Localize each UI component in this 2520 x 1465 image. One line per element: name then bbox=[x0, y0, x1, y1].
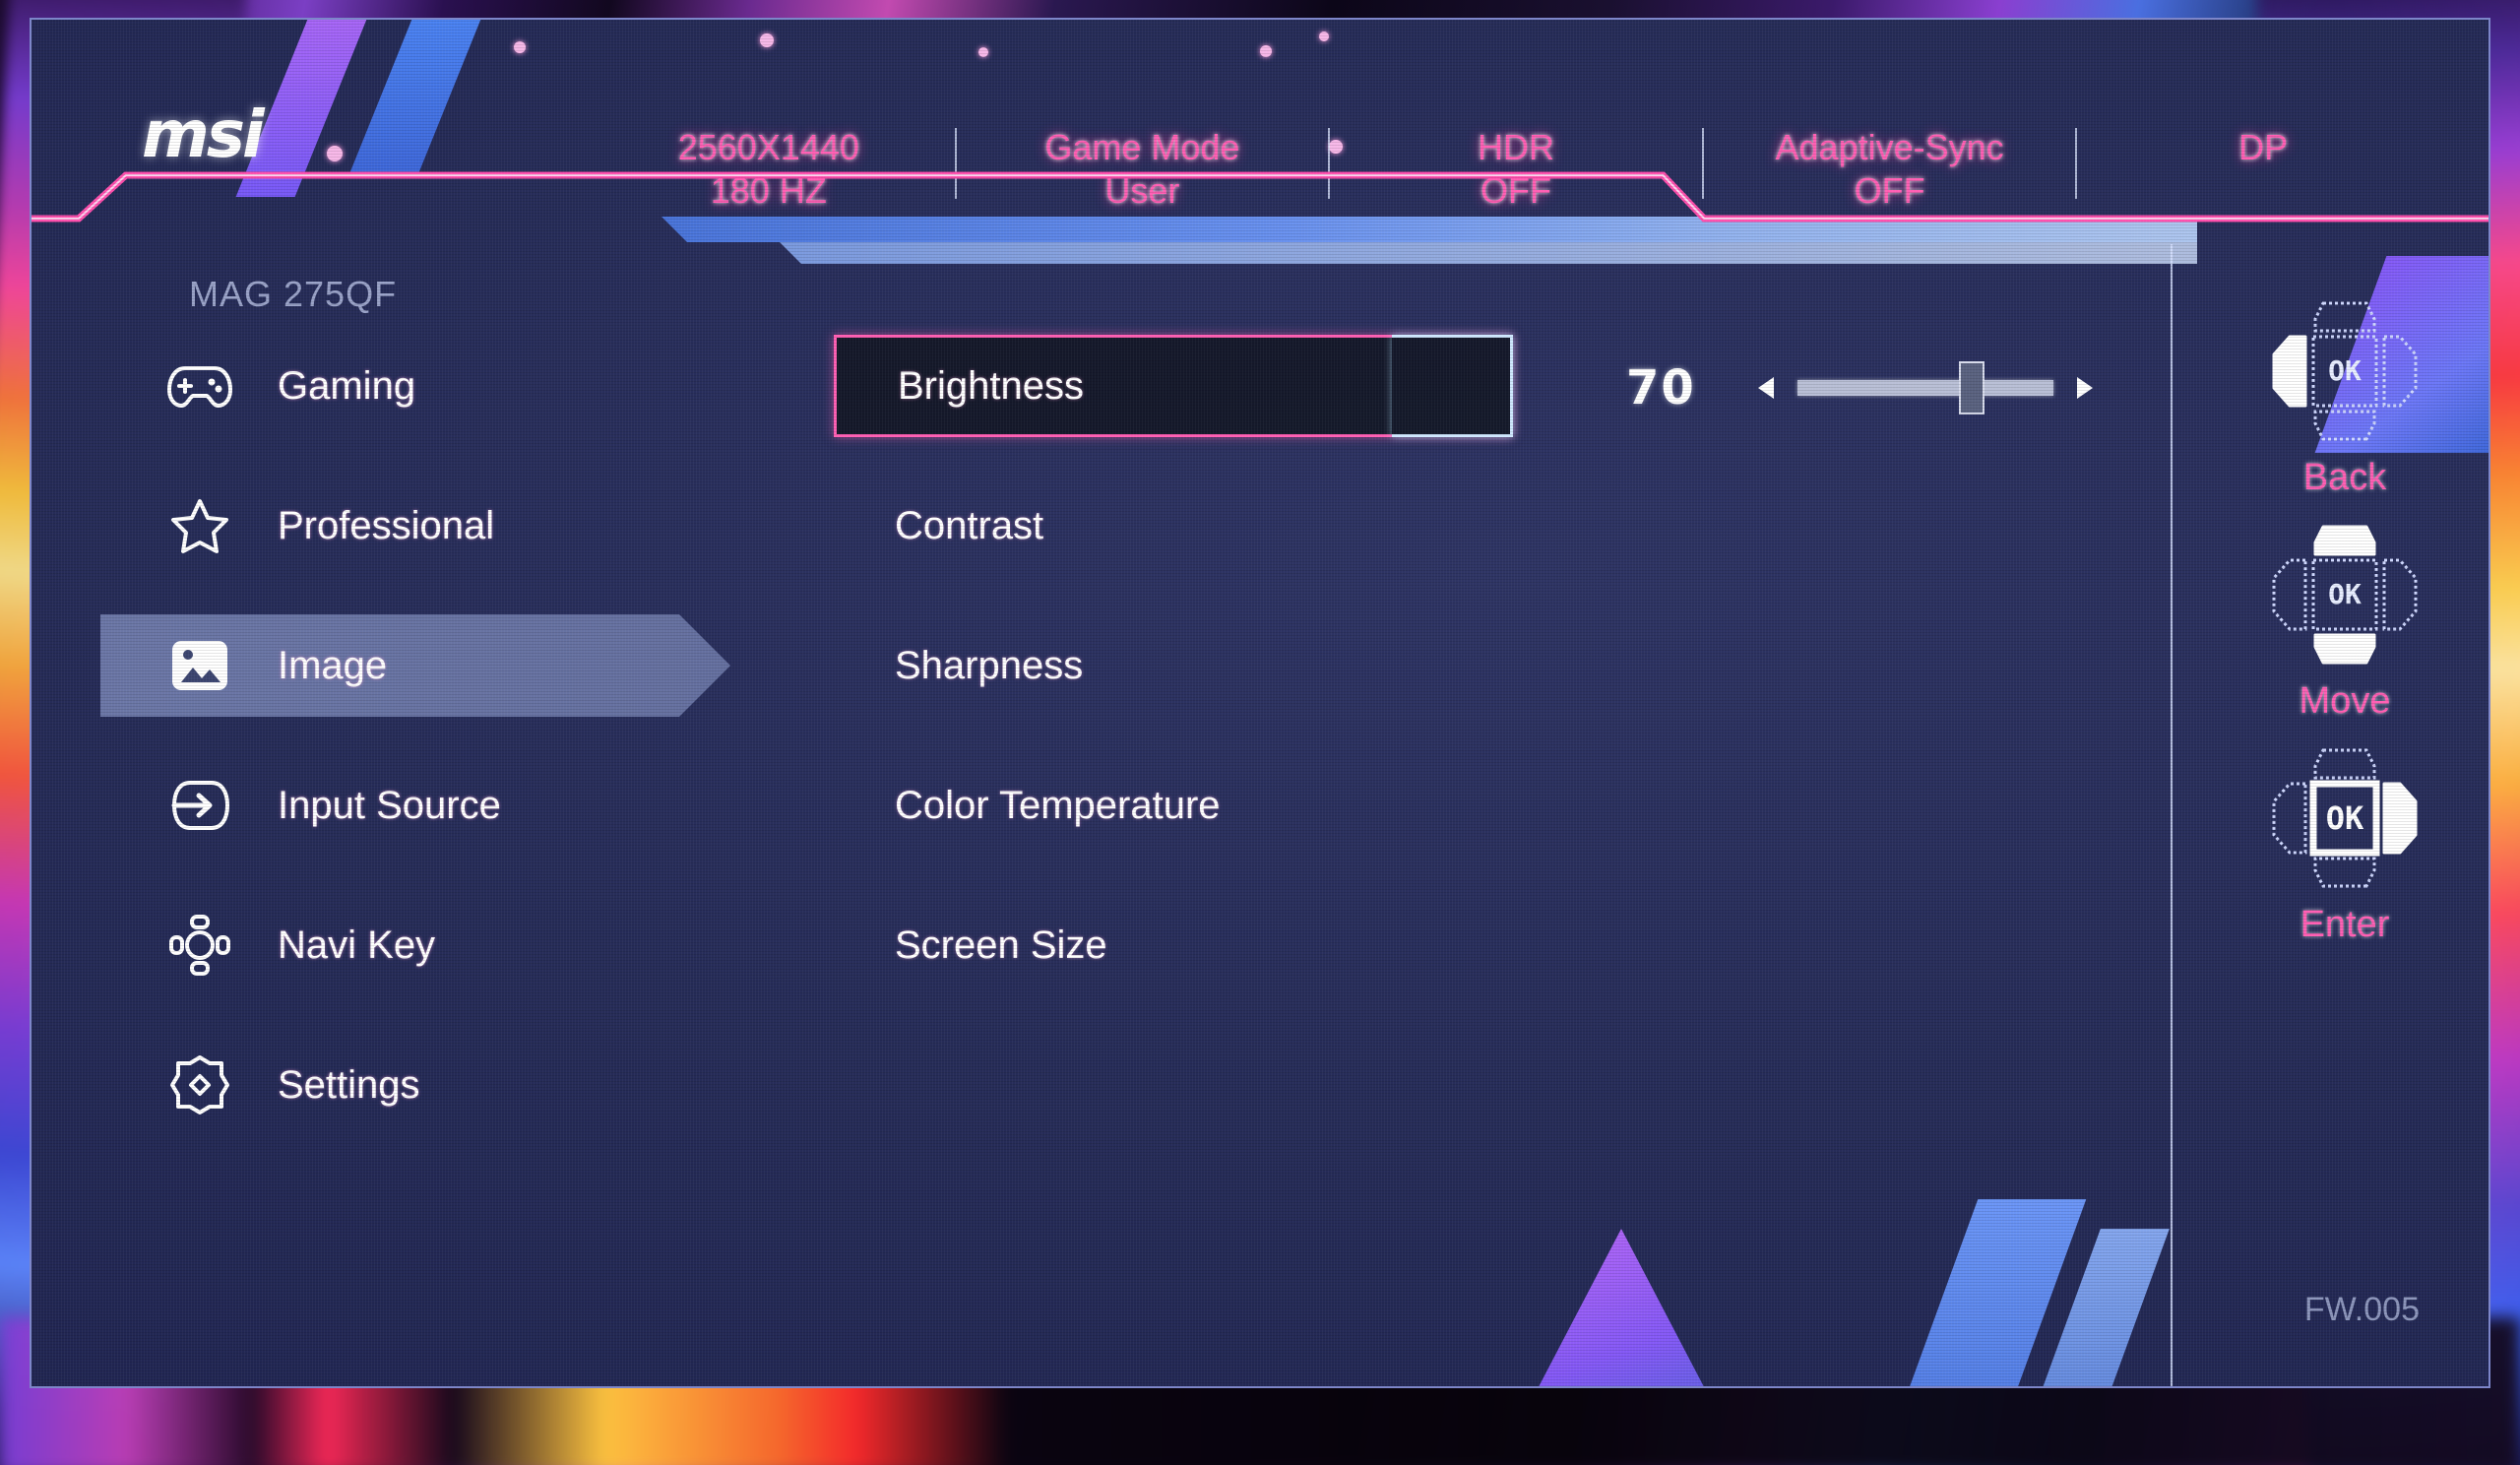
gamepad-icon bbox=[159, 360, 240, 412]
panel-divider bbox=[2171, 244, 2173, 1386]
menu-item-label: Sharpness bbox=[895, 643, 1084, 687]
status-input-source: DP bbox=[2077, 126, 2449, 169]
submenu-list: Brightness Contrast Sharpness Color Temp… bbox=[834, 335, 2153, 1034]
input-arrow-icon bbox=[159, 779, 240, 832]
monitor-model-name: MAG 275QF bbox=[189, 274, 398, 314]
navigation-hints: OK Back OK Move OK Enter bbox=[2197, 276, 2488, 946]
navikey-enter-icon: OK bbox=[2266, 744, 2424, 892]
menu-item-brightness[interactable]: Brightness bbox=[834, 335, 1513, 437]
navikey-updown-icon: OK bbox=[2266, 521, 2424, 669]
menu-item-label: Brightness bbox=[898, 363, 1084, 408]
svg-text:OK: OK bbox=[2328, 354, 2362, 387]
slider-thumb[interactable] bbox=[1959, 361, 1984, 414]
star-icon bbox=[159, 497, 240, 554]
svg-text:OK: OK bbox=[2326, 799, 2364, 837]
deco-shape-triangle bbox=[1508, 1229, 1734, 1386]
sidebar-item-label: Navi Key bbox=[278, 923, 436, 967]
sidebar-item-gaming[interactable]: Gaming bbox=[100, 335, 750, 437]
menu-item-label: Contrast bbox=[895, 503, 1044, 547]
deco-shape-bottom-stripe-a bbox=[1884, 1199, 2087, 1386]
status-resolution-title: 2560X1440 bbox=[677, 127, 859, 167]
gear-icon bbox=[159, 1054, 240, 1115]
dpad-icon bbox=[159, 915, 240, 976]
sidebar-item-image[interactable]: Image bbox=[100, 614, 730, 717]
status-game-mode-title: Game Mode bbox=[1044, 127, 1240, 167]
sidebar-item-label: Settings bbox=[278, 1062, 420, 1107]
menu-item-label: Color Temperature bbox=[895, 783, 1221, 827]
sidebar-item-label: Gaming bbox=[278, 363, 416, 408]
osd-panel: msi 2560X1440 180 HZ Game Mode User HDR … bbox=[30, 18, 2490, 1388]
brightness-slider-control[interactable]: 70 bbox=[1626, 360, 2116, 415]
sidebar-item-label: Input Source bbox=[278, 783, 501, 827]
sidebar-item-professional[interactable]: Professional bbox=[100, 475, 750, 577]
nav-button-enter[interactable]: OK Enter bbox=[2266, 744, 2424, 946]
menu-item-contrast[interactable]: Contrast bbox=[834, 475, 2153, 577]
deco-shape-bottom-stripe-b bbox=[2018, 1229, 2170, 1386]
deco-shape-light-bar bbox=[780, 242, 2197, 264]
svg-text:OK: OK bbox=[2328, 578, 2362, 610]
firmware-version: FW.005 bbox=[2303, 1291, 2420, 1328]
osd-header: msi 2560X1440 180 HZ Game Mode User HDR … bbox=[32, 20, 2488, 223]
nav-button-label: Enter bbox=[2300, 904, 2390, 945]
msi-logo: msi bbox=[142, 96, 265, 172]
nav-button-label: Move bbox=[2299, 680, 2391, 722]
picture-icon bbox=[159, 637, 240, 694]
status-adaptive-sync-title: Adaptive-Sync bbox=[1775, 127, 2004, 167]
triangle-right-icon[interactable] bbox=[2077, 377, 2093, 399]
header-accent-line bbox=[32, 171, 2488, 223]
nav-button-back[interactable]: OK Back bbox=[2266, 297, 2424, 499]
slider-track[interactable] bbox=[1797, 361, 2053, 414]
status-hdr-title: HDR bbox=[1477, 127, 1554, 167]
sidebar-item-navi-key[interactable]: Navi Key bbox=[100, 894, 750, 996]
menu-item-sharpness[interactable]: Sharpness bbox=[834, 614, 2153, 717]
menu-item-screen-size[interactable]: Screen Size bbox=[834, 894, 2153, 996]
nav-button-label: Back bbox=[2302, 457, 2387, 498]
triangle-left-icon[interactable] bbox=[1758, 377, 1774, 399]
sidebar-item-input-source[interactable]: Input Source bbox=[100, 754, 750, 857]
nav-button-move[interactable]: OK Move bbox=[2266, 521, 2424, 723]
status-input-source-title: DP bbox=[2238, 127, 2289, 167]
sidebar-menu: Gaming Professional Image Input Source N… bbox=[100, 335, 750, 1174]
brightness-value: 70 bbox=[1626, 360, 1696, 415]
menu-item-color-temperature[interactable]: Color Temperature bbox=[834, 754, 2153, 857]
sidebar-item-settings[interactable]: Settings bbox=[100, 1034, 750, 1136]
sidebar-item-label: Image bbox=[278, 643, 388, 687]
navikey-left-icon: OK bbox=[2266, 297, 2424, 445]
menu-item-label: Screen Size bbox=[895, 923, 1107, 967]
sidebar-item-label: Professional bbox=[278, 503, 495, 547]
